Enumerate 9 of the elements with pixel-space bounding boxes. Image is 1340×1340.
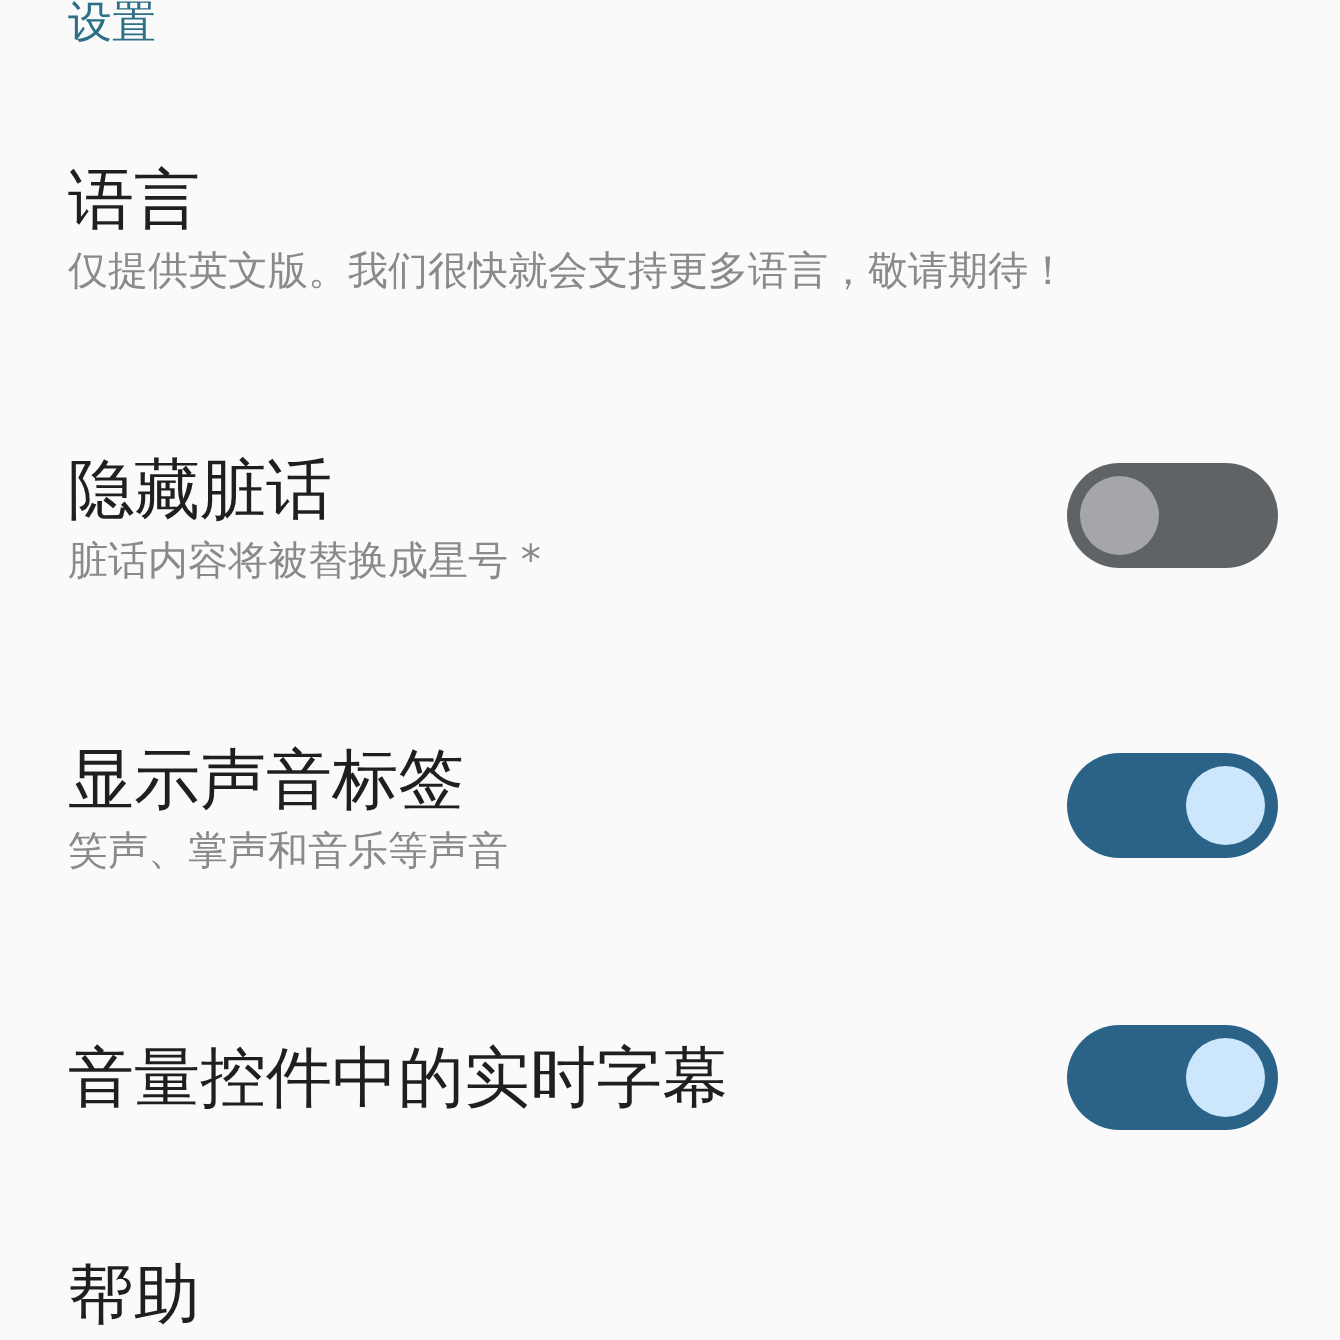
setting-title: 显示声音标签 bbox=[68, 740, 464, 820]
setting-title[interactable]: 语言 bbox=[68, 155, 200, 245]
setting-title: 隐藏脏话 bbox=[68, 450, 332, 530]
setting-description: 仅提供英文版。我们很快就会支持更多语言，敬请期待！ bbox=[68, 246, 1068, 295]
setting-description: 笑声、掌声和音乐等声音 bbox=[68, 826, 508, 875]
setting-title[interactable]: 帮助 bbox=[68, 1250, 200, 1340]
setting-title: 音量控件中的实时字幕 bbox=[68, 1037, 728, 1118]
page-title: 设置 bbox=[68, 0, 156, 48]
setting-description: 脏话内容将被替换成星号 * bbox=[68, 536, 541, 585]
